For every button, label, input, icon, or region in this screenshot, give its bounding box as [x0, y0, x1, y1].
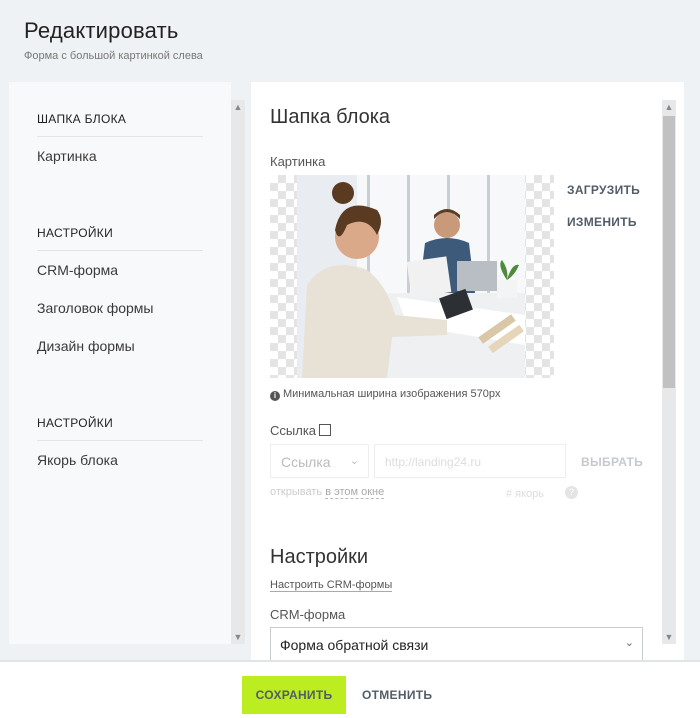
sidebar-item-form-design[interactable]: Дизайн формы: [37, 338, 203, 365]
section-title-block-header: Шапка блока: [270, 106, 391, 128]
crm-form-value: Форма обратной связи: [280, 637, 429, 653]
scroll-up-icon[interactable]: ▲: [664, 102, 674, 112]
link-checkbox[interactable]: [319, 424, 332, 436]
office-photo: [297, 175, 525, 378]
sidebar-scrollbar[interactable]: ▲ ▼: [231, 100, 245, 644]
upload-button[interactable]: ЗАГРУЗИТЬ: [567, 183, 640, 197]
page-subtitle: Форма с большой картинкой слева: [24, 50, 203, 62]
help-icon[interactable]: ?: [565, 486, 578, 499]
link-toggle[interactable]: Ссылка: [270, 423, 332, 438]
min-width-hint: i Минимальная ширина изображения 570px: [270, 388, 500, 401]
sidebar-heading: НАСТРОЙКИ: [37, 416, 203, 441]
sidebar-item-form-title[interactable]: Заголовок формы: [37, 300, 203, 327]
scroll-down-icon[interactable]: ▼: [664, 632, 674, 642]
choose-button[interactable]: ВЫБРАТЬ: [581, 455, 643, 469]
section-title-settings: Настройки: [270, 546, 369, 568]
scroll-up-icon[interactable]: ▲: [233, 102, 243, 112]
sidebar-group-anchor: НАСТРОЙКИ Якорь блока: [37, 416, 203, 479]
picture-label: Картинка: [270, 154, 326, 169]
sidebar: ШАПКА БЛОКА Картинка НАСТРОЙКИ CRM-форма…: [9, 82, 231, 644]
sidebar-group-settings: НАСТРОЙКИ CRM-форма Заголовок формы Диза…: [37, 226, 203, 365]
sidebar-heading: ШАПКА БЛОКА: [37, 112, 203, 137]
sidebar-heading: НАСТРОЙКИ: [37, 226, 203, 251]
footer-bar: СОХРАНИТЬ ОТМЕНИТЬ: [0, 660, 700, 718]
crm-form-select[interactable]: Форма обратной связи ⌄: [270, 627, 643, 660]
scroll-down-icon[interactable]: ▼: [233, 632, 243, 642]
sidebar-item-picture[interactable]: Картинка: [37, 148, 203, 175]
crm-form-label: CRM-форма: [270, 607, 346, 622]
sidebar-group-header: ШАПКА БЛОКА Картинка: [37, 112, 203, 175]
sidebar-item-crm-form[interactable]: CRM-форма: [37, 262, 203, 289]
sidebar-item-anchor[interactable]: Якорь блока: [37, 452, 203, 479]
configure-crm-forms-link[interactable]: Настроить CRM-формы: [270, 579, 393, 592]
link-label: Ссылка: [270, 423, 317, 438]
info-icon: i: [270, 391, 280, 401]
main-scrollbar[interactable]: ▲ ▼: [662, 100, 676, 644]
picture-preview[interactable]: [270, 175, 554, 378]
dialog-header: Редактировать Форма с большой картинкой …: [24, 18, 203, 62]
link-url-input[interactable]: http://landing24.ru: [374, 444, 566, 478]
link-type-select[interactable]: Ссылка ⌄: [270, 444, 369, 478]
hint-text: Минимальная ширина изображения 570px: [283, 388, 501, 400]
open-target: открывать в этом окне: [270, 486, 385, 499]
open-target-link[interactable]: в этом окне: [325, 486, 385, 499]
anchor-link[interactable]: # якорь: [506, 488, 544, 500]
open-prefix: открывать: [270, 486, 323, 498]
page-title: Редактировать: [24, 18, 179, 43]
save-button[interactable]: СОХРАНИТЬ: [242, 676, 346, 714]
chevron-down-icon: ⌄: [349, 455, 359, 467]
link-type-value: Ссылка: [281, 454, 331, 470]
main-panel: Шапка блока Картинка ЗАГРУЗИТЬ ИЗМЕНИТЬ …: [251, 82, 684, 660]
cancel-button[interactable]: ОТМЕНИТЬ: [362, 676, 432, 714]
chevron-down-icon: ⌄: [624, 637, 634, 649]
scrollbar-thumb[interactable]: [663, 116, 675, 388]
change-button[interactable]: ИЗМЕНИТЬ: [567, 215, 637, 229]
